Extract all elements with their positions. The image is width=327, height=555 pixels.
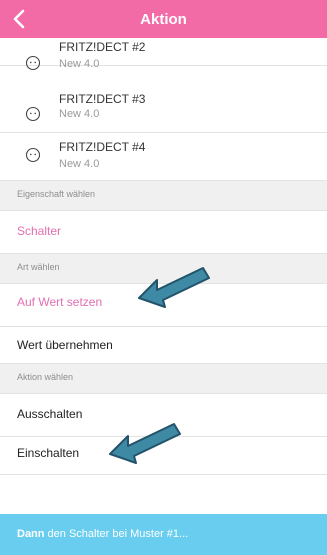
- smiley-face-icon: [25, 147, 41, 163]
- section-label: Eigenschaft wählen: [17, 189, 96, 199]
- page-title: Aktion: [140, 11, 187, 28]
- device-name: FRITZ!DECT #2: [59, 40, 146, 54]
- then-prefix: Dann: [17, 528, 45, 540]
- property-value: Schalter: [17, 224, 62, 238]
- property-schalter-row[interactable]: Schalter: [0, 211, 327, 254]
- smiley-face-icon: [25, 106, 41, 122]
- device-version: New 4.0: [59, 108, 100, 120]
- teal-arrow-icon: [109, 423, 181, 464]
- device-row-3[interactable]: FRITZ!DECT #3 New 4.0: [0, 85, 327, 133]
- section-action-header: Aktion wählen: [0, 364, 327, 394]
- type-set-value-label: Auf Wert setzen: [17, 295, 103, 309]
- device-name: FRITZ!DECT #3: [59, 92, 146, 106]
- then-summary-text: Dann den Schalter bei Muster #1...: [17, 528, 188, 540]
- smiley-face-icon: [25, 55, 41, 71]
- screen: FRITZ!DECT #2 New 4.0 FRITZ!DECT #3 New …: [0, 0, 327, 555]
- device-name: FRITZ!DECT #4: [59, 140, 146, 154]
- section-property-header: Eigenschaft wählen: [0, 181, 327, 211]
- section-label: Aktion wählen: [17, 372, 74, 382]
- then-summary-bar[interactable]: Dann den Schalter bei Muster #1...: [0, 514, 327, 555]
- nav-header: Aktion: [0, 0, 327, 38]
- teal-arrow-icon: [138, 267, 210, 308]
- type-take-value-row[interactable]: Wert übernehmen: [0, 327, 327, 364]
- device-version: New 4.0: [59, 158, 100, 170]
- action-on-label: Einschalten: [17, 446, 80, 460]
- action-off-label: Ausschalten: [17, 407, 83, 421]
- type-take-value-label: Wert übernehmen: [17, 338, 113, 352]
- section-label: Art wählen: [17, 262, 60, 272]
- device-row-4[interactable]: FRITZ!DECT #4 New 4.0: [0, 133, 327, 181]
- then-description: den Schalter bei Muster #1...: [44, 528, 189, 540]
- device-version: New 4.0: [59, 58, 100, 70]
